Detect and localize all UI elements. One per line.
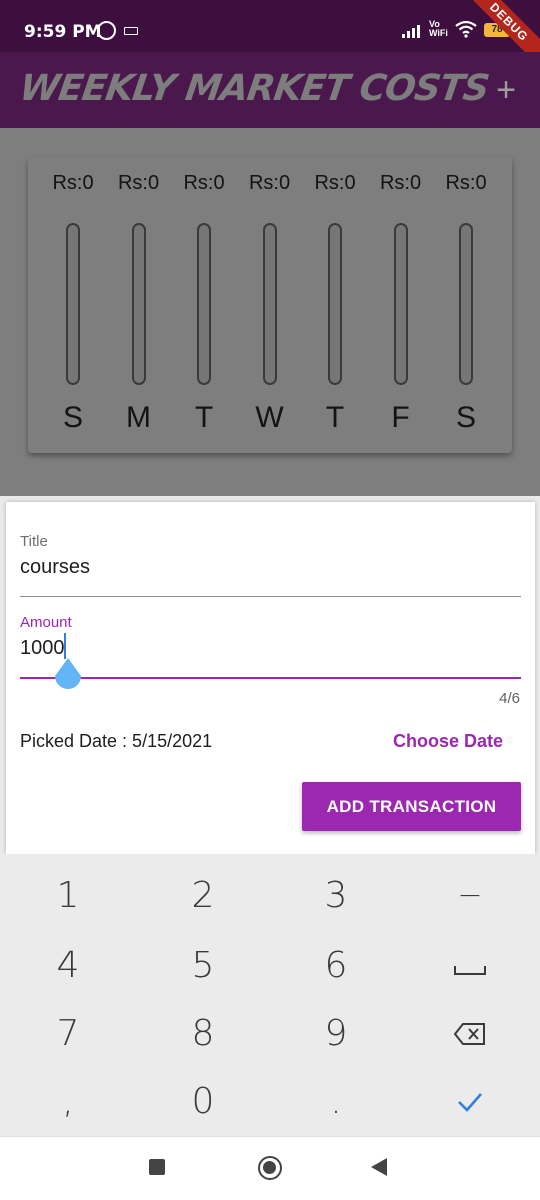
key-minus[interactable]: −	[410, 864, 530, 928]
vowifi-indicator: Vo WiFi	[429, 20, 448, 38]
bar-day-label: T	[194, 401, 214, 434]
title-field-label: Title	[20, 533, 48, 550]
whatsapp-icon	[97, 21, 116, 40]
bar-day-label: S	[455, 401, 476, 434]
space-key[interactable]	[410, 934, 530, 998]
picked-date-text: Picked Date : 5/15/2021	[20, 731, 213, 751]
bar-amount-label: Rs:0	[183, 172, 225, 194]
status-time: 9:59 PM	[24, 22, 102, 42]
done-key[interactable]	[410, 1070, 530, 1134]
bar-amount-label: Rs:0	[52, 172, 94, 194]
bar-day-label: M	[126, 401, 151, 434]
backspace-icon	[453, 1023, 485, 1045]
bar-amount-label: Rs:0	[445, 172, 487, 194]
key-2[interactable]: 2	[143, 864, 263, 928]
signal-icon	[402, 25, 420, 38]
chart-bar-5: Rs:0 F	[371, 157, 431, 453]
back-icon[interactable]	[371, 1158, 387, 1176]
chart-bar-6: Rs:0 S	[436, 157, 496, 453]
bar-day-label: W	[255, 401, 284, 434]
recents-icon[interactable]	[149, 1159, 165, 1175]
key-6[interactable]: 6	[276, 934, 396, 998]
vowifi-bottom: WiFi	[429, 28, 448, 38]
key-1[interactable]: 1	[8, 864, 128, 928]
add-icon[interactable]: +	[486, 70, 526, 110]
title-underline	[20, 596, 521, 597]
title-field[interactable]: courses	[20, 556, 90, 579]
bar-day-label: F	[391, 401, 410, 434]
chart-bar-0: Rs:0 S	[43, 157, 103, 453]
cursor-handle-icon[interactable]	[53, 656, 83, 696]
add-transaction-button[interactable]: ADD TRANSACTION	[302, 782, 521, 831]
home-icon[interactable]	[258, 1156, 282, 1180]
bar-amount-label: Rs:0	[379, 172, 422, 194]
chart-bar-4: Rs:0 T	[305, 157, 365, 453]
bar-day-label: S	[62, 401, 83, 434]
key-4[interactable]: 4	[8, 934, 128, 998]
amount-char-counter: 4/6	[499, 690, 520, 707]
system-nav-bar	[0, 1136, 540, 1200]
chart-bar-2: Rs:0 T	[174, 157, 234, 453]
key-7[interactable]: 7	[8, 1002, 128, 1066]
backspace-key[interactable]	[410, 1002, 530, 1066]
app-title: WEEKLY MARKET COSTS	[17, 68, 492, 109]
bar-amount-label: Rs:0	[314, 172, 356, 194]
bar-track	[262, 223, 277, 385]
key-0[interactable]: 0	[143, 1070, 263, 1134]
new-transaction-sheet: Title courses Amount 1000 4/6 Picked Dat…	[6, 502, 535, 854]
bar-amount-label: Rs:0	[117, 172, 160, 194]
bar-track	[459, 223, 473, 385]
bar-track	[197, 223, 211, 385]
key-period[interactable]: .	[276, 1070, 396, 1134]
bar-track	[66, 223, 80, 385]
key-3[interactable]: 3	[276, 864, 396, 928]
key-8[interactable]: 8	[143, 1002, 263, 1066]
bar-day-label: T	[325, 401, 345, 434]
amount-underline	[20, 677, 521, 679]
check-icon	[458, 1093, 482, 1112]
chart-bar-1: Rs:0 M	[109, 157, 169, 453]
bar-track	[328, 223, 342, 385]
bar-amount-label: Rs:0	[248, 172, 291, 194]
choose-date-button[interactable]: Choose Date	[378, 729, 518, 759]
status-bar: 9:59 PM Vo WiFi 78 DEBUG	[0, 0, 540, 76]
key-comma[interactable]: ,	[8, 1070, 128, 1134]
weekly-chart-card: Rs:0 S Rs:0 M Rs:0 T Rs:0 W Rs:0 T Rs:0 F Rs:0 S	[28, 157, 512, 453]
bar-track	[393, 223, 408, 385]
keyboard-icon	[124, 27, 138, 35]
chart-bar-3: Rs:0 W	[240, 157, 300, 453]
bar-track	[131, 223, 146, 385]
amount-field-label: Amount	[20, 614, 72, 631]
key-5[interactable]: 5	[143, 934, 263, 998]
space-icon	[454, 966, 486, 975]
numeric-keyboard: 1 2 3 − 4 5 6 7 8 9 , 0 .	[0, 854, 540, 1136]
app-bar: WEEKLY MARKET COSTS +	[0, 52, 540, 128]
key-9[interactable]: 9	[276, 1002, 396, 1066]
wifi-icon	[455, 20, 477, 38]
